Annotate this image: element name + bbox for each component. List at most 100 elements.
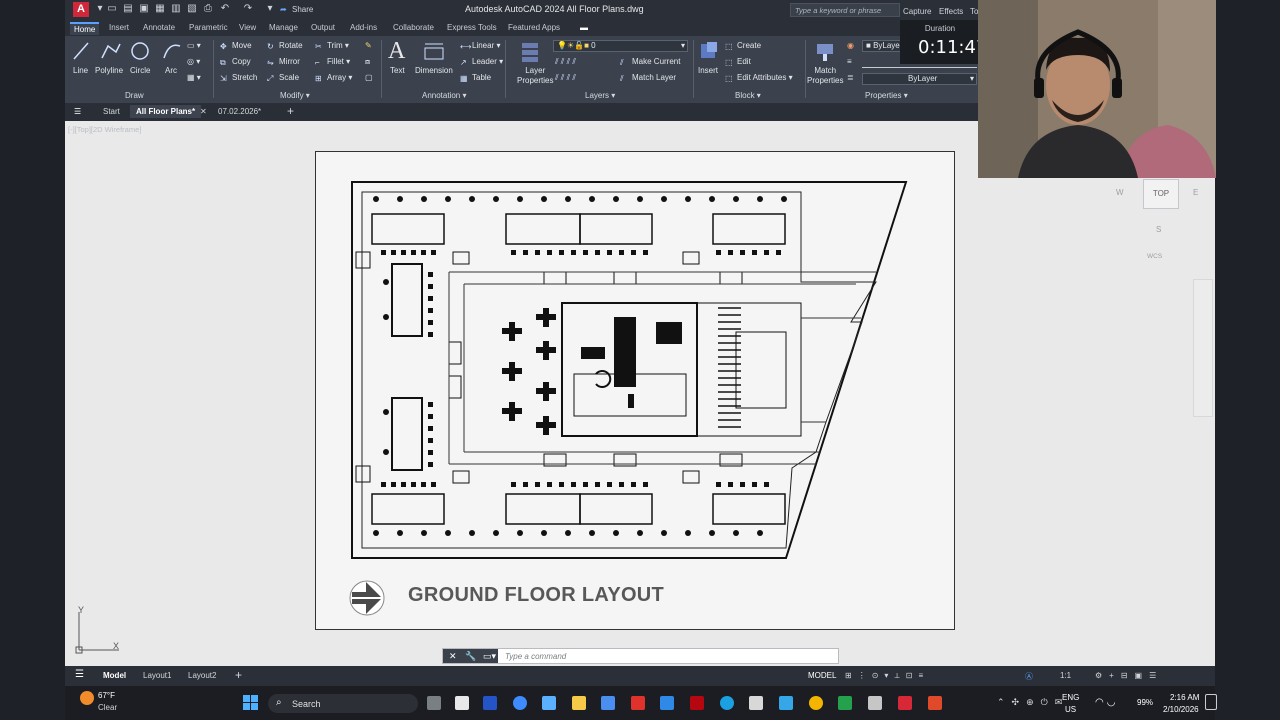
command-line[interactable]: ✕ 🔧 ▭▾ Type a command [442, 648, 839, 664]
hamburger-menu-icon[interactable]: ☰ [74, 107, 81, 116]
properties-panel-label[interactable]: Properties ▾ [865, 91, 908, 100]
language-indicator[interactable]: ENG [1062, 693, 1079, 702]
battery-indicator[interactable]: 99% [1137, 698, 1153, 707]
match-layer-button[interactable]: ⫽ Match Layer [620, 73, 676, 83]
tab-collaborate[interactable]: Collaborate [393, 23, 434, 32]
edit-attributes-button[interactable]: ⬚ Edit Attributes ▾ [725, 73, 793, 83]
file-explorer-icon[interactable] [572, 696, 586, 710]
close-command-icon[interactable]: ✕ [449, 651, 457, 662]
customize-qat-icon[interactable]: ▾ [265, 4, 275, 14]
trim-button[interactable]: ✂ Trim ▾ [315, 41, 349, 51]
autocad-lt-icon[interactable] [631, 696, 645, 710]
insert-button[interactable]: Insert [698, 66, 718, 75]
tab-insert[interactable]: Insert [109, 23, 129, 32]
copy-button[interactable]: ⧉ Copy [220, 57, 251, 67]
mirror-button[interactable]: ⇋ Mirror [267, 57, 300, 67]
layer-properties-button[interactable]: Layer Properties [517, 66, 553, 86]
open-file-icon[interactable]: ▤ [123, 4, 133, 14]
match-properties-button[interactable]: Match Properties [807, 66, 843, 86]
rectangle-icon[interactable]: ▭ ▾ [187, 41, 201, 50]
notification-icon[interactable] [1205, 694, 1217, 710]
clock-time[interactable]: 2:16 AM [1170, 693, 1199, 702]
network-app-icon[interactable] [868, 696, 882, 710]
task-view-icon[interactable] [427, 696, 441, 710]
create-block-button[interactable]: ⬚ Create [725, 41, 761, 51]
scale-button[interactable]: ⤢ Scale [267, 73, 299, 83]
customize-wrench-icon[interactable]: 🔧 [465, 651, 476, 662]
layer-properties-icon[interactable] [519, 40, 543, 64]
linetype-icon[interactable]: ≣ [847, 73, 854, 82]
text-icon[interactable]: A [388, 38, 405, 65]
tab-annotate[interactable]: Annotate [143, 23, 175, 32]
new-file-icon[interactable]: ▭ [107, 4, 117, 14]
viewcube-west[interactable]: W [1116, 188, 1124, 197]
tab-start[interactable]: Start [103, 107, 120, 116]
polyline-button[interactable]: Polyline [95, 66, 123, 75]
new-tab-icon[interactable]: + [287, 104, 294, 118]
web-save-icon[interactable]: ▥ [171, 4, 181, 14]
make-current-button[interactable]: ⫽ Make Current [620, 57, 680, 67]
circle-icon[interactable] [129, 40, 151, 62]
arc-button[interactable]: Arc [165, 66, 177, 75]
netflix-icon[interactable] [690, 696, 704, 710]
draw-panel-label[interactable]: Draw [125, 91, 144, 100]
recent-commands-icon[interactable]: ▭▾ [483, 651, 496, 662]
capture-label[interactable]: Capture [903, 7, 931, 16]
viewport-controls[interactable]: [-][Top][2D Wireframe] [68, 125, 141, 134]
search-input[interactable]: Type a keyword or phrase [790, 3, 900, 17]
menu-chevron-icon[interactable]: ▾ [95, 4, 105, 14]
tab-model[interactable]: Model [103, 671, 126, 680]
edge-icon[interactable] [720, 696, 734, 710]
linetype-dropdown[interactable]: ByLayer ▾ [862, 73, 977, 85]
tab-all-floor-plans[interactable]: All Floor Plans* [130, 105, 202, 118]
tab-07-02-2026[interactable]: 07.02.2026* [218, 107, 261, 116]
taskbar-search[interactable]: ⌕ Search [268, 694, 418, 713]
explode-icon[interactable]: ▢ [365, 73, 373, 82]
move-button[interactable]: ✥ Move [220, 41, 252, 51]
status-right-icons[interactable]: ⚙+⊟▣☰ [1095, 671, 1163, 680]
windows-start-icon[interactable] [243, 695, 259, 711]
wcs-menu[interactable]: WCS [1147, 253, 1162, 260]
modify-panel-label[interactable]: Modify ▾ [280, 91, 310, 100]
annotation-scale-icon[interactable]: Ⓐ [1025, 671, 1033, 682]
dimension-icon[interactable] [422, 42, 446, 62]
tab-manage[interactable]: Manage [269, 23, 298, 32]
share-button[interactable]: Share [292, 5, 313, 14]
offset-icon[interactable]: ⧈ [365, 57, 370, 67]
print-icon[interactable]: ⎙ [203, 4, 213, 14]
save-icon[interactable]: ▣ [139, 4, 149, 14]
lineweight-icon[interactable]: ≡ [847, 57, 852, 66]
rhino-app-icon[interactable] [483, 696, 497, 710]
green-app-icon[interactable] [838, 696, 852, 710]
viewcube-east[interactable]: E [1193, 188, 1198, 197]
tab-layout2[interactable]: Layout2 [188, 671, 216, 680]
navigation-bar[interactable] [1193, 279, 1213, 417]
tab-layout1[interactable]: Layout1 [143, 671, 171, 680]
edge-swirl-icon[interactable] [513, 696, 527, 710]
insert-block-icon[interactable] [697, 40, 721, 62]
layer-tools-icon[interactable]: ⫽ ⫽ ⫽ ⫽ [555, 57, 576, 67]
erase-icon[interactable]: ✎ [365, 41, 372, 50]
teams-icon[interactable] [779, 696, 793, 710]
system-tray-icons[interactable]: ⌃✣⊕⏻✉ [997, 697, 1069, 708]
polyline-icon[interactable] [99, 40, 123, 62]
file-icon[interactable] [455, 696, 469, 710]
tab-featured-apps[interactable]: Featured Apps [508, 23, 560, 32]
ribbon-toggle-icon[interactable]: ▬ [580, 23, 588, 32]
color-dropdown[interactable]: ■ ByLayer [862, 40, 902, 52]
tab-home[interactable]: Home [70, 22, 100, 35]
edit-block-button[interactable]: ⬚ Edit [725, 57, 751, 67]
layer-tools-2-icon[interactable]: ⫽ ⫽ ⫽ ⫽ [555, 73, 576, 83]
tab-parametric[interactable]: Parametric [189, 23, 228, 32]
region-indicator[interactable]: US [1065, 705, 1076, 714]
chrome-icon[interactable] [809, 696, 823, 710]
color-wheel-icon[interactable]: ◉ [847, 41, 854, 50]
block-panel-label[interactable]: Block ▾ [735, 91, 761, 100]
effects-label[interactable]: Effects [939, 7, 963, 16]
layout-menu-icon[interactable]: ☰ [75, 669, 84, 680]
layers-panel-label[interactable]: Layers ▾ [585, 91, 615, 100]
tab-output[interactable]: Output [311, 23, 335, 32]
hatch-icon[interactable]: ◎ ▾ [187, 57, 200, 66]
array-button[interactable]: ⊞ Array ▾ [315, 73, 352, 83]
cloud-icon[interactable]: ▧ [187, 4, 197, 14]
